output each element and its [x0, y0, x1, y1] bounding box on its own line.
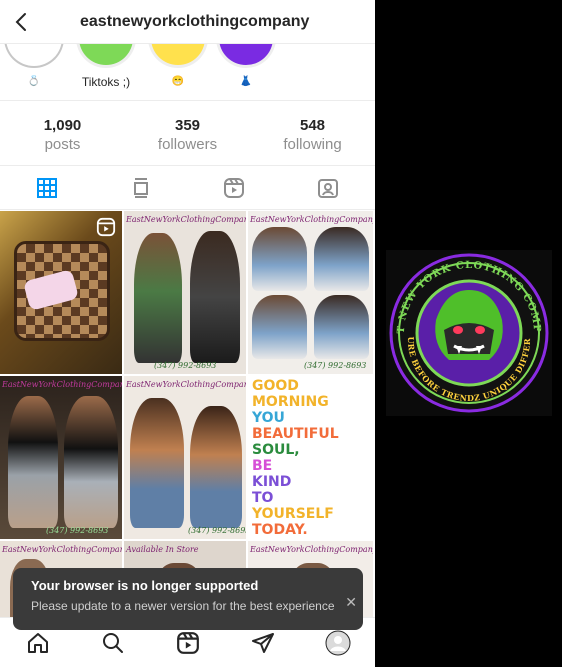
- model-image: [8, 396, 58, 528]
- post-caption: EastNewYorkClothingCompany: [2, 545, 122, 554]
- post-phone: (347) 992-8693: [46, 526, 109, 535]
- post-caption: EastNewYorkClothingCompany: [250, 215, 373, 224]
- highlight-label: Tiktoks ;): [81, 75, 131, 89]
- post-caption: EastNewYorkClothingCompany: [2, 380, 122, 389]
- tagged-icon: [318, 178, 339, 198]
- gorilla-logo-icon: EAST NEW YORK CLOTHING COMPANY CULTURE B…: [381, 242, 549, 413]
- highlight-label: 😁: [171, 76, 185, 87]
- model-image: [130, 398, 184, 528]
- post-tile[interactable]: EastNewYorkClothingCompany (347) 992-869…: [248, 211, 373, 374]
- top-bar: eastnewyorkclothingcompany: [0, 0, 375, 44]
- direct-icon: [251, 632, 274, 653]
- model-image: [252, 295, 307, 359]
- browser-unsupported-toast: Your browser is no longer supported Plea…: [13, 568, 363, 630]
- profile-icon: [325, 630, 350, 655]
- tab-grid[interactable]: [0, 166, 94, 209]
- search-icon: [102, 632, 123, 653]
- post-caption: EastNewYorkClothingCompany: [250, 545, 373, 554]
- back-button[interactable]: [0, 0, 44, 44]
- quote-line: YOURSELF: [252, 506, 334, 522]
- model-image: [252, 227, 307, 291]
- post-tile[interactable]: EastNewYorkClothingCompany (347) 992-869…: [124, 376, 246, 539]
- post-phone: (347) 992-8693: [304, 361, 367, 370]
- reel-badge-icon: [96, 217, 116, 237]
- quote-line: BEAUTIFUL: [252, 426, 339, 442]
- post-tile[interactable]: EastNewYorkClothingCompany (347) 992-869…: [0, 376, 122, 539]
- post-phone: (347) 992-8693: [188, 526, 246, 535]
- quote-line: BE: [252, 458, 273, 474]
- model-image: [64, 396, 118, 528]
- post-tile[interactable]: EastNewYorkClothingCompany (347) 992-869…: [124, 211, 246, 374]
- brand-logo: EAST NEW YORK CLOTHING COMPANY CULTURE B…: [381, 242, 552, 416]
- profile-tabs: [0, 166, 375, 210]
- reels-nav-icon: [176, 631, 199, 654]
- toast-message: Please update to a newer version for the…: [31, 599, 335, 613]
- post-phone: (347) 992-8693: [154, 361, 217, 370]
- close-icon[interactable]: ✕: [345, 594, 357, 611]
- model-image: [134, 233, 182, 363]
- home-icon: [27, 632, 48, 653]
- toast-title: Your browser is no longer supported: [31, 578, 259, 593]
- model-image: [314, 295, 369, 359]
- quote-line: MORNING: [252, 394, 329, 410]
- quote-line: YOU: [252, 410, 285, 426]
- tab-feed[interactable]: [94, 166, 188, 209]
- quote-line: KIND: [252, 474, 292, 490]
- reels-icon: [224, 177, 245, 198]
- stat-value: 548: [299, 117, 326, 134]
- followers-count[interactable]: 359 followers: [125, 101, 250, 165]
- back-arrow-icon: [15, 12, 26, 31]
- post-caption: EastNewYorkClothingCompany: [126, 380, 246, 389]
- model-image: [190, 406, 242, 528]
- feed-icon: [133, 177, 148, 198]
- highlight-label: 👗: [239, 76, 253, 87]
- stat-label: followers: [157, 136, 218, 153]
- posts-count[interactable]: 1,090 posts: [0, 101, 125, 165]
- stat-value: 359: [174, 117, 201, 134]
- tab-reels[interactable]: [188, 166, 282, 209]
- quote-line: TO: [252, 490, 274, 506]
- tab-tagged[interactable]: [281, 166, 375, 209]
- profile-stats: 1,090 posts 359 followers 548 following: [0, 100, 375, 166]
- quote-line: GOOD: [252, 378, 299, 394]
- quote-line: SOUL,: [252, 442, 300, 458]
- post-caption: Available In Store: [126, 545, 199, 554]
- stat-label: following: [283, 136, 342, 153]
- post-tile-quote[interactable]: GOOD MORNING YOU BEAUTIFUL SOUL, BE KIND…: [248, 376, 373, 539]
- post-tile[interactable]: [0, 211, 122, 374]
- instagram-profile-panel: eastnewyorkclothingcompany 💍 Tiktoks ;) …: [0, 0, 375, 667]
- following-count[interactable]: 548 following: [250, 101, 375, 165]
- grid-icon: [36, 177, 57, 198]
- model-image: [314, 227, 369, 291]
- profile-username: eastnewyorkclothingcompany: [80, 12, 310, 30]
- highlight-label: 💍: [27, 76, 41, 87]
- stat-label: posts: [44, 136, 81, 153]
- quote-line: TODAY.: [252, 522, 308, 538]
- stat-value: 1,090: [43, 117, 82, 134]
- model-image: [190, 231, 240, 363]
- story-highlights: 💍 Tiktoks ;) 😁 👗: [0, 24, 375, 100]
- post-caption: EastNewYorkClothingCompany: [126, 215, 246, 224]
